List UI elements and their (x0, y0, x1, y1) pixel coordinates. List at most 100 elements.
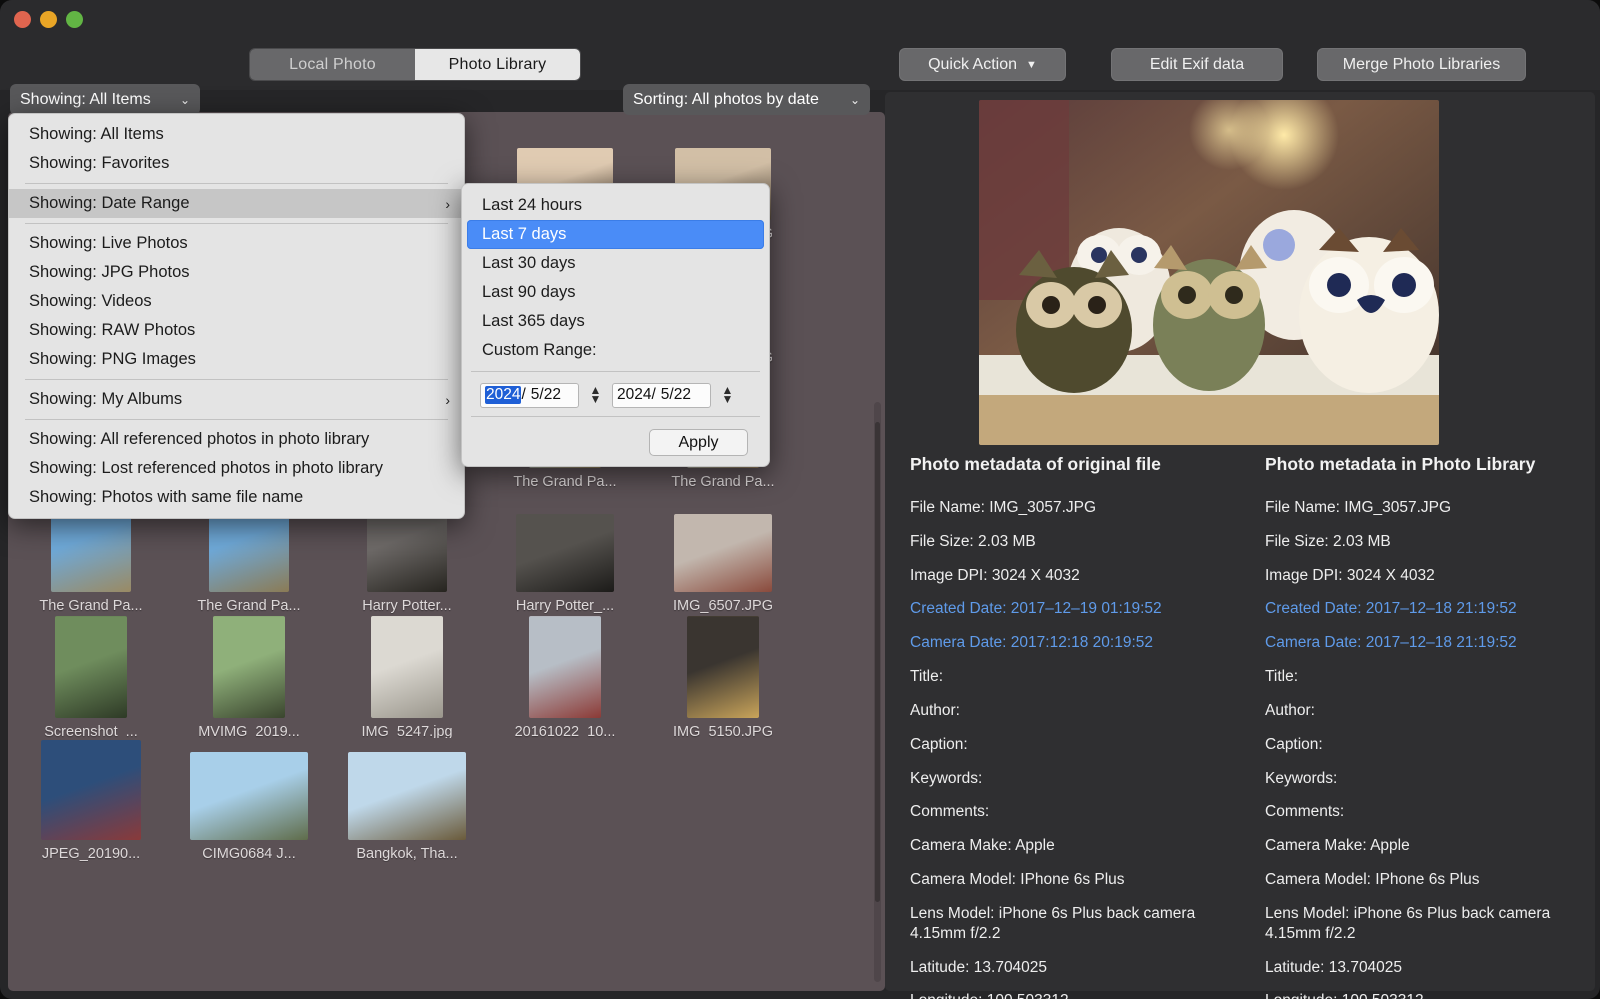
photo-preview[interactable] (979, 100, 1439, 445)
photo-cell[interactable]: 20161022_10... (486, 616, 644, 740)
metadata-row-original: Comments: (910, 803, 990, 821)
menu-item-raw-photos[interactable]: Showing: RAW Photos (9, 316, 464, 345)
metadata-row-library: Camera Model: IPhone 6s Plus (1265, 871, 1480, 889)
tab-photo-library[interactable]: Photo Library (415, 49, 580, 80)
apply-row: Apply (462, 423, 769, 458)
start-date-stepper[interactable]: ▲ ▼ (588, 382, 603, 408)
zoom-window-icon[interactable] (66, 11, 83, 28)
source-segmented-control[interactable]: Local Photo Photo Library (249, 48, 581, 81)
chevron-down-icon: ⌄ (179, 92, 190, 107)
photo-cell[interactable]: IMG_6507.JPG (644, 492, 802, 616)
photo-thumbnail[interactable] (55, 616, 127, 719)
metadata-library-title: Photo metadata in Photo Library (1265, 454, 1536, 474)
metadata-row-library: Created Date: 2017–12–18 21:19:52 (1265, 600, 1517, 618)
minimize-window-icon[interactable] (40, 11, 57, 28)
submenu-divider (471, 371, 760, 372)
start-date-slash: / (521, 386, 526, 403)
metadata-row-original: Camera Date: 2017:12:18 20:19:52 (910, 634, 1154, 652)
chevron-down-icon: ▼ (1026, 58, 1037, 71)
window-controls (14, 11, 83, 28)
metadata-original-column: Photo metadata of original file File Nam… (885, 454, 1240, 999)
menu-item-favorites[interactable]: Showing: Favorites (9, 149, 464, 178)
custom-range-row: 2024 / 5/22 ▲ ▼ 2024 / 5/22 ▲ ▼ (462, 378, 769, 410)
photo-cell[interactable]: JPEG_20190... (12, 740, 170, 864)
photo-thumbnail[interactable] (348, 752, 466, 840)
photo-thumbnail[interactable] (213, 616, 285, 719)
date-option-last-30-days[interactable]: Last 30 days (467, 249, 764, 278)
end-date-slash: / (651, 386, 656, 403)
quick-action-label: Quick Action (928, 55, 1018, 73)
showing-dropdown-menu[interactable]: Showing: All Items Showing: Favorites Show… (8, 113, 465, 519)
photo-thumbnail[interactable] (687, 616, 759, 719)
app-window: Local Photo Photo Library Quick Action ▼… (0, 0, 1600, 999)
end-date-field[interactable]: 2024 / 5/22 (612, 382, 711, 408)
photo-thumbnail[interactable] (41, 740, 141, 840)
photo-thumbnail[interactable] (516, 514, 614, 592)
merge-photo-libraries-button[interactable]: Merge Photo Libraries (1317, 48, 1526, 81)
photo-cell[interactable]: IMG_5247.jpg (328, 616, 486, 740)
metadata-row-library: Camera Date: 2017–12–18 21:19:52 (1265, 634, 1517, 652)
metadata-row-original: Lens Model: iPhone 6s Plus back camera 4… (910, 904, 1196, 942)
menu-item-jpg-photos[interactable]: Showing: JPG Photos (9, 258, 464, 287)
grid-scrollbar[interactable] (874, 402, 881, 982)
photo-thumbnail[interactable] (190, 752, 308, 840)
chevron-right-icon: › (445, 391, 450, 408)
photo-caption: Bangkok, Tha... (356, 846, 458, 862)
menu-item-live-photos[interactable]: Showing: Live Photos (9, 229, 464, 258)
menu-item-all-items[interactable]: Showing: All Items (9, 120, 464, 149)
end-date-monthday[interactable]: 5/22 (661, 386, 691, 404)
photo-caption: Harry Potter... (362, 598, 452, 614)
metadata-row-original: Longitude: 100.503312 (910, 991, 1210, 999)
menu-item-label: Showing: Photos with same file name (29, 488, 304, 506)
sorting-dropdown-button[interactable]: Sorting: All photos by date ⌄ (623, 84, 870, 115)
menu-item-label: Showing: RAW Photos (29, 321, 196, 339)
photo-cell[interactable]: Harry Potter_... (486, 492, 644, 616)
menu-item-all-referenced-photos-in-photo-library[interactable]: Showing: All referenced photos in photo … (9, 425, 464, 454)
date-option-last-90-days[interactable]: Last 90 days (467, 278, 764, 307)
photo-thumbnail[interactable] (371, 616, 443, 719)
metadata-row-library: Title: (1265, 668, 1299, 686)
grid-scrollbar-thumb[interactable] (875, 422, 880, 902)
photo-caption: The Grand Pa... (671, 474, 775, 490)
photo-cell[interactable]: Bangkok, Tha... (328, 740, 486, 864)
date-option-last-7-days[interactable]: Last 7 days (467, 220, 764, 249)
end-date-stepper[interactable]: ▲ ▼ (720, 382, 735, 408)
detail-pane: Photo metadata of original file File Nam… (885, 92, 1595, 999)
preview-image (979, 100, 1439, 445)
photo-cell[interactable]: Screenshot_... (12, 616, 170, 740)
showing-dropdown-button[interactable]: Showing: All Items ⌄ (10, 84, 200, 115)
menu-item-videos[interactable]: Showing: Videos (9, 287, 464, 316)
photo-thumbnail[interactable] (674, 514, 772, 592)
stepper-down-icon[interactable]: ▼ (590, 393, 602, 405)
photo-thumbnail[interactable] (529, 616, 601, 719)
start-date-field[interactable]: 2024 / 5/22 (480, 382, 579, 408)
menu-item-png-images[interactable]: Showing: PNG Images (9, 345, 464, 374)
photo-cell[interactable]: CIMG0684 J... (170, 740, 328, 864)
date-option-last-365-days[interactable]: Last 365 days (467, 307, 764, 336)
metadata-row-original: Image DPI: 3024 X 4032 (910, 566, 1080, 584)
apply-button[interactable]: Apply (649, 429, 748, 456)
menu-item-lost-referenced-photos-in-photo-library[interactable]: Showing: Lost referenced photos in photo… (9, 454, 464, 483)
close-window-icon[interactable] (14, 11, 31, 28)
chevron-right-icon: › (445, 195, 450, 212)
date-range-submenu[interactable]: Last 24 hours Last 7 days Last 30 days Last… (461, 183, 770, 467)
photo-cell[interactable]: IMG_5150.JPG (644, 616, 802, 740)
menu-item-my-albums[interactable]: Showing: My Albums › (9, 385, 464, 414)
metadata-row-original: Title: (910, 668, 944, 686)
edit-exif-button[interactable]: Edit Exif data (1111, 48, 1283, 81)
menu-item-label: Showing: Date Range (29, 194, 190, 212)
start-date-year[interactable]: 2024 (485, 386, 522, 404)
menu-divider (25, 419, 448, 420)
end-date-year[interactable]: 2024 (617, 386, 651, 404)
menu-item-photos-with-same-file-name[interactable]: Showing: Photos with same file name (9, 483, 464, 512)
tab-local-photo[interactable]: Local Photo (250, 49, 415, 80)
photo-caption: 20161022_10... (514, 724, 616, 738)
date-option-last-24-hours[interactable]: Last 24 hours (467, 191, 764, 220)
metadata-library-column: Photo metadata in Photo Library File Nam… (1240, 454, 1595, 999)
photo-cell[interactable]: MVIMG_2019... (170, 616, 328, 740)
stepper-down-icon[interactable]: ▼ (722, 393, 734, 405)
custom-range-label: Custom Range: (482, 341, 597, 359)
menu-item-date-range[interactable]: Showing: Date Range › (9, 189, 464, 218)
quick-action-button[interactable]: Quick Action ▼ (899, 48, 1066, 81)
start-date-monthday[interactable]: 5/22 (531, 386, 561, 404)
